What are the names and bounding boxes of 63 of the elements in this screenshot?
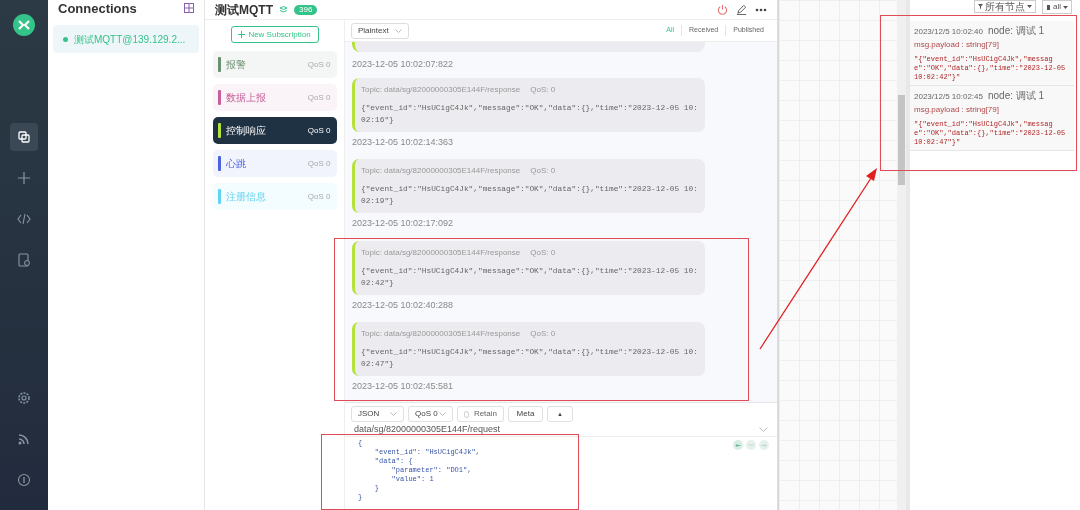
arrow-left-button[interactable] xyxy=(733,440,743,450)
layers-icon xyxy=(279,5,288,14)
qos-label: QoS 0 xyxy=(307,91,331,104)
subscription-item[interactable]: 控制响应 QoS 0 xyxy=(212,117,337,144)
node-filter-button[interactable]: 所有节点 xyxy=(974,0,1036,13)
more-icon[interactable] xyxy=(755,7,767,12)
trash-icon xyxy=(1046,4,1051,10)
meta-button[interactable]: Meta xyxy=(508,406,543,422)
message-time: 2023-12-05 10:02:40:288 xyxy=(352,298,455,312)
message-time: 2023-12-05 10:02:17:092 xyxy=(352,217,455,230)
subscription-topic: 心跳 xyxy=(225,157,246,171)
qos-label: QoS 0 xyxy=(307,190,331,203)
message-topic: Topic: data/sg/82000000305E144F/response xyxy=(361,328,521,340)
subscription-topic: 数据上报 xyxy=(225,91,266,105)
message-qos: QoS: 0 xyxy=(530,246,556,259)
debug-date: 2023/12/5 10:02:40 xyxy=(914,26,983,38)
add-icon[interactable] xyxy=(184,3,194,13)
scrollbar-thumb[interactable] xyxy=(898,95,905,185)
subscription-topic: 报警 xyxy=(225,58,246,72)
message-time: 2023-12-05 10:02:07:822 xyxy=(352,58,455,71)
message-count-badge: 396 xyxy=(294,4,318,15)
subscription-item[interactable]: 数据上报 QoS 0 xyxy=(212,84,337,111)
logo-icon xyxy=(13,14,35,36)
qos-label: QoS 0 xyxy=(307,124,331,137)
message-qos: QoS: 0 xyxy=(530,328,556,340)
message-time: 2023-12-05 10:02:45:581 xyxy=(352,380,455,393)
arrow-left-icon xyxy=(735,442,741,448)
clear-button[interactable]: all xyxy=(1042,0,1072,14)
filter-icon xyxy=(978,4,983,9)
chevron-down-icon[interactable] xyxy=(394,28,402,33)
panel-title: Connections xyxy=(58,1,137,15)
topic-field[interactable]: data/sg/82000000305E144F/request xyxy=(354,422,501,437)
debug-type: msg.payload : string[79] xyxy=(914,39,1000,51)
message-qos: QoS: 0 xyxy=(530,83,556,96)
caret-icon xyxy=(1027,5,1032,8)
message-topic: Topic: data/sg/82000000305E144F/response xyxy=(361,246,521,259)
retain-radio[interactable]: Retain xyxy=(457,406,504,422)
windows-icon[interactable] xyxy=(10,123,38,151)
payload-format-dropdown[interactable]: JSON xyxy=(351,406,404,422)
message-qos: QoS: 0 xyxy=(530,165,556,177)
caret-icon xyxy=(1063,5,1068,9)
chevron-down-icon[interactable] xyxy=(439,412,446,416)
arrow-right-button[interactable] xyxy=(759,440,769,450)
qos-label: QoS 0 xyxy=(307,157,331,170)
format-dropdown[interactable]: Plaintext xyxy=(351,22,409,39)
message-time: 2023-12-05 10:02:14:363 xyxy=(352,135,455,149)
debug-node-label: node: 调试 1 xyxy=(987,24,1045,38)
message-topic: Topic: data/sg/82000000305E144F/response xyxy=(361,83,521,96)
debug-date: 2023/12/5 10:02:45 xyxy=(914,91,983,103)
edit-icon[interactable] xyxy=(736,4,747,15)
debug-type: msg.payload : string[79] xyxy=(914,104,1000,116)
power-icon[interactable] xyxy=(717,4,728,15)
chevron-down-icon[interactable] xyxy=(390,412,397,416)
subscription-topic: 注册信息 xyxy=(225,190,266,204)
message-topic: Topic: data/sg/82000000305E144F/response xyxy=(361,165,521,177)
debug-node-label: node: 调试 1 xyxy=(987,89,1045,103)
qos-dropdown[interactable]: QoS 0 xyxy=(408,406,453,422)
subscription-topic: 控制响应 xyxy=(225,124,266,138)
subscription-item[interactable]: 心跳 QoS 0 xyxy=(212,150,337,177)
plus-icon xyxy=(238,31,246,38)
connection-title: 测试MQTT xyxy=(215,1,273,19)
arrow-right-icon xyxy=(761,442,767,448)
chevron-down-icon[interactable] xyxy=(759,427,768,432)
